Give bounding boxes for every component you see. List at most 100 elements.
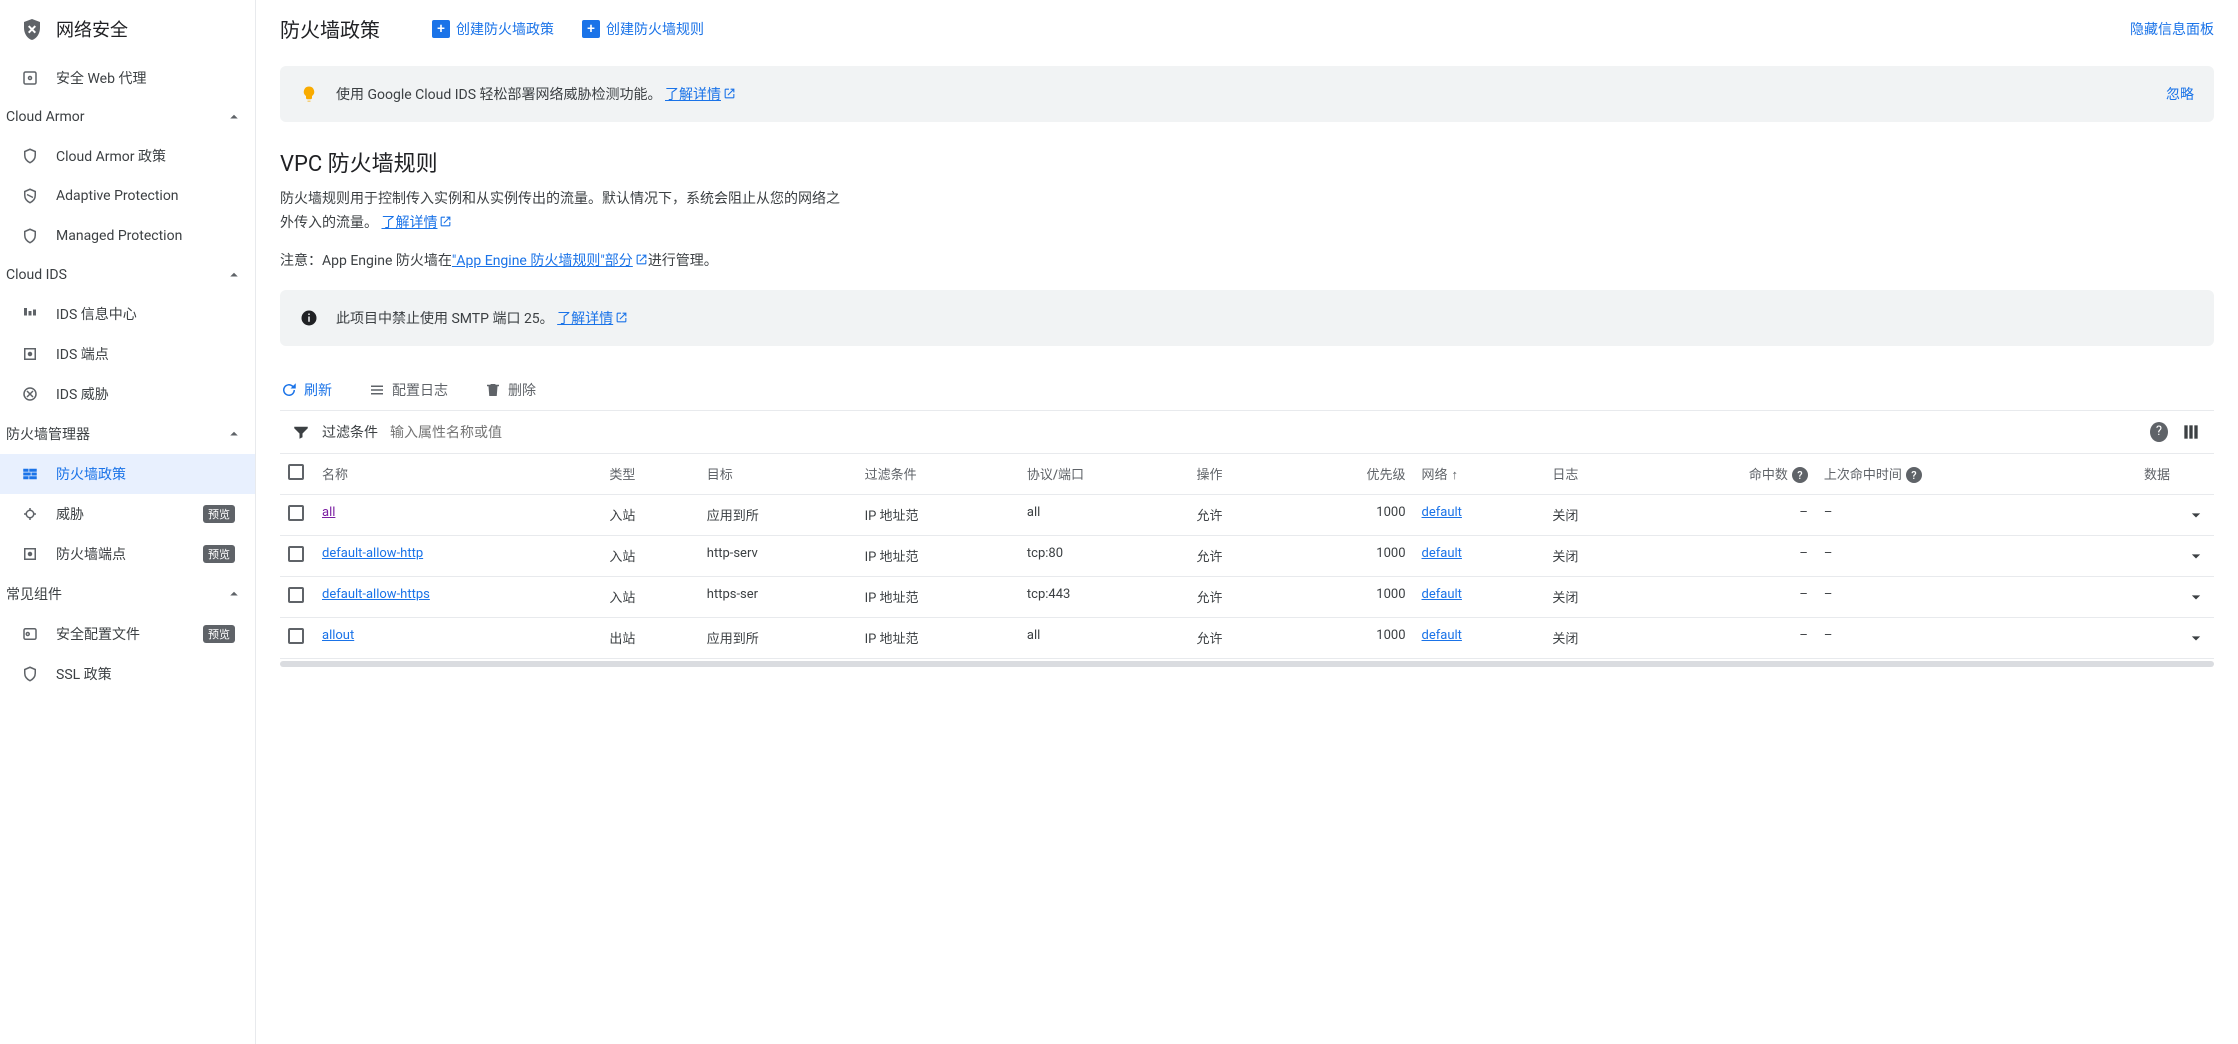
cell-target: https-ser [699,576,857,617]
sidebar-item-secure-web-proxy[interactable]: 安全 Web 代理 [0,58,255,98]
learn-more-link[interactable]: 了解详情 [665,87,736,103]
sidebar-item-label: 安全 Web 代理 [56,68,235,88]
sidebar-item-label: 安全配置文件 [56,624,181,644]
section-title: VPC 防火墙规则 [280,146,2214,178]
dismiss-button[interactable]: 忽略 [2166,84,2194,104]
col-logs[interactable]: 日志 [1544,454,1641,495]
cell-action: 允许 [1188,535,1285,576]
expand-row-button[interactable] [2186,505,2206,525]
row-checkbox[interactable] [288,587,304,603]
sidebar-item-adaptive-protection[interactable]: Adaptive Protection [0,176,255,216]
select-all-checkbox[interactable] [288,464,304,480]
sidebar-item-label: Cloud Armor 政策 [56,146,235,166]
expand-row-button[interactable] [2186,628,2206,648]
column-selector-button[interactable] [2180,421,2202,443]
row-checkbox[interactable] [288,546,304,562]
firewall-icon [20,464,40,484]
preview-badge: 预览 [203,545,235,563]
col-action[interactable]: 操作 [1188,454,1285,495]
cell-target: 应用到所 [699,494,857,535]
row-checkbox[interactable] [288,628,304,644]
smtp-warning-banner: 此项目中禁止使用 SMTP 端口 25。 了解详情 [280,290,2214,346]
sidebar-group-cloud-ids[interactable]: Cloud IDS [0,256,255,294]
cell-last-hit: – [1816,535,2081,576]
table-row: all入站应用到所IP 地址范all允许1000default关闭–– [280,494,2214,535]
expand-row-button[interactable] [2186,546,2206,566]
filter-input[interactable] [390,424,2134,440]
action-label: 配置日志 [392,380,448,400]
rule-name-link[interactable]: default-allow-https [322,587,430,602]
configure-logs-button[interactable]: 配置日志 [368,380,448,400]
learn-more-link[interactable]: 了解详情 [557,311,628,327]
cell-logs: 关闭 [1544,617,1641,658]
hide-info-panel-button[interactable]: 隐藏信息面板 [2130,19,2214,39]
rule-name-link[interactable]: allout [322,628,354,643]
cell-logs: 关闭 [1544,535,1641,576]
col-target[interactable]: 目标 [699,454,857,495]
table-row: default-allow-https入站https-serIP 地址范tcp:… [280,576,2214,617]
sidebar-group-firewall-manager[interactable]: 防火墙管理器 [0,414,255,454]
cell-priority: 1000 [1286,494,1414,535]
sidebar-item-managed-protection[interactable]: Managed Protection [0,216,255,256]
plus-icon: + [582,20,600,38]
sidebar-item-security-profiles[interactable]: 安全配置文件 预览 [0,614,255,654]
table-row: allout出站应用到所IP 地址范all允许1000default关闭–– [280,617,2214,658]
sidebar-item-label: IDS 端点 [56,344,235,364]
col-name[interactable]: 名称 [314,454,601,495]
rule-name-link[interactable]: default-allow-http [322,546,423,561]
trash-icon [484,381,502,399]
cell-target: 应用到所 [699,617,857,658]
cell-logs: 关闭 [1544,576,1641,617]
help-icon[interactable]: ? [1792,467,1808,483]
network-link[interactable]: default [1422,587,1462,602]
cell-filter: IP 地址范 [857,494,1019,535]
cell-type: 入站 [601,494,698,535]
col-type[interactable]: 类型 [601,454,698,495]
col-last-hit[interactable]: 上次命中时间? [1816,454,2081,495]
sidebar-item-ssl-policies[interactable]: SSL 政策 [0,654,255,694]
info-icon [300,309,318,327]
sidebar-item-label: Adaptive Protection [56,188,235,204]
expand-row-button[interactable] [2186,587,2206,607]
sidebar-title: 网络安全 [56,16,128,42]
help-icon[interactable]: ? [1906,467,1922,483]
sidebar-group-label: 常见组件 [6,584,62,604]
sidebar-item-ids-dashboard[interactable]: IDS 信息中心 [0,294,255,334]
learn-more-link[interactable]: 了解详情 [381,215,452,231]
col-protocol-port[interactable]: 协议/端口 [1019,454,1189,495]
sidebar-group-cloud-armor[interactable]: Cloud Armor [0,98,255,136]
sidebar-item-label: IDS 威胁 [56,384,235,404]
row-checkbox[interactable] [288,505,304,521]
sidebar-item-firewall-policies[interactable]: 防火墙政策 [0,454,255,494]
filter-icon [292,423,310,441]
delete-button[interactable]: 删除 [484,380,536,400]
col-data[interactable]: 数据 [2080,454,2178,495]
col-network[interactable]: 网络↑ [1414,454,1545,495]
sidebar-item-ids-endpoints[interactable]: IDS 端点 [0,334,255,374]
col-hits[interactable]: 命中数? [1642,454,1816,495]
sidebar-item-label: 防火墙端点 [56,544,181,564]
app-engine-firewall-link[interactable]: "App Engine 防火墙规则"部分 [452,253,648,269]
refresh-button[interactable]: 刷新 [280,380,332,400]
network-link[interactable]: default [1422,546,1462,561]
endpoint-icon [20,344,40,364]
col-priority[interactable]: 优先级 [1286,454,1414,495]
chevron-up-icon [225,108,243,126]
cell-hits: – [1642,617,1816,658]
network-link[interactable]: default [1422,505,1462,520]
network-link[interactable]: default [1422,628,1462,643]
sidebar-group-common-components[interactable]: 常见组件 [0,574,255,614]
sidebar-item-firewall-endpoints[interactable]: 防火墙端点 预览 [0,534,255,574]
cell-data [2080,576,2178,617]
help-button[interactable]: ? [2146,421,2168,443]
sidebar-item-ids-threats[interactable]: IDS 威胁 [0,374,255,414]
rule-name-link[interactable]: all [322,505,335,520]
horizontal-scrollbar[interactable] [280,661,2214,667]
create-firewall-policy-button[interactable]: + 创建防火墙政策 [432,19,554,39]
cell-priority: 1000 [1286,617,1414,658]
col-filter[interactable]: 过滤条件 [857,454,1019,495]
sidebar-item-cloud-armor-policies[interactable]: Cloud Armor 政策 [0,136,255,176]
create-firewall-rule-button[interactable]: + 创建防火墙规则 [582,19,704,39]
sidebar-item-threats[interactable]: 威胁 预览 [0,494,255,534]
cell-data [2080,535,2178,576]
